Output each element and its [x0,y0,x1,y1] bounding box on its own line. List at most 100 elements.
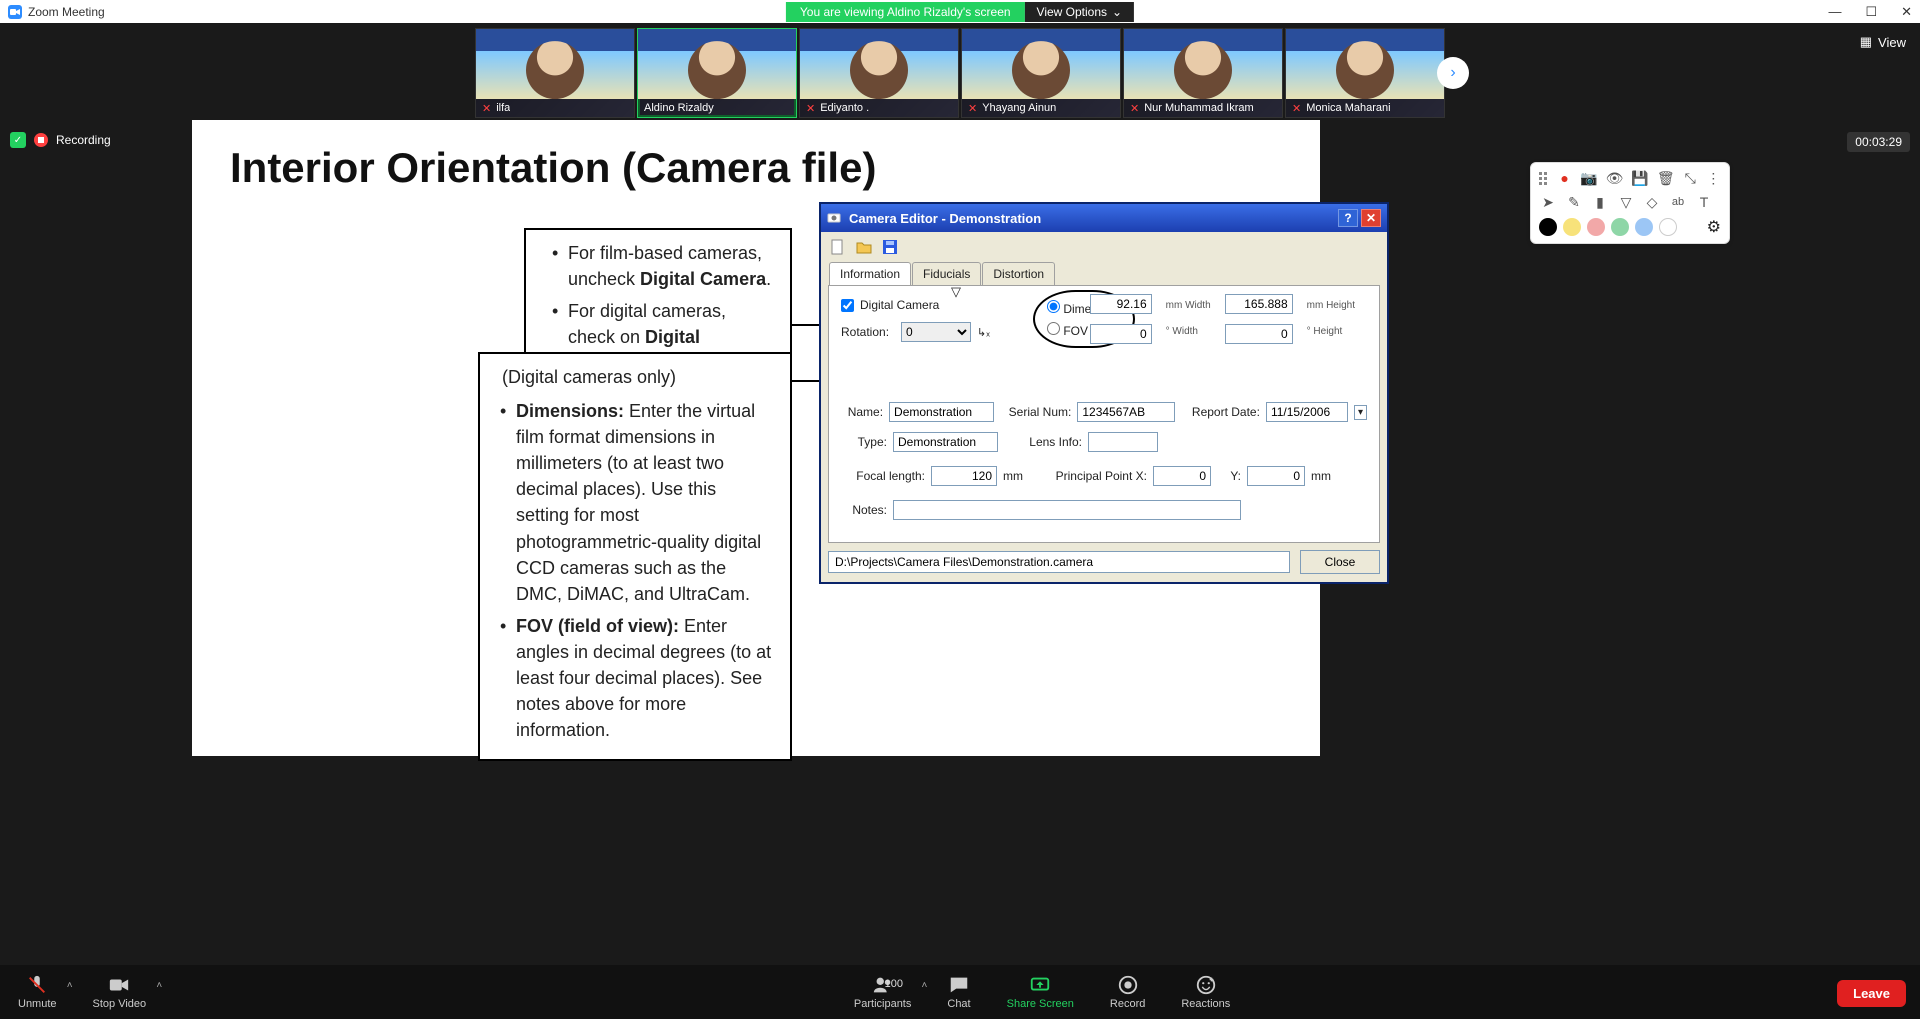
color-swatch[interactable] [1539,218,1557,236]
unmute-button[interactable]: Unmute ˄ [0,974,75,1010]
participants-options-chevron[interactable]: ˄ [922,980,928,991]
save-icon[interactable]: 💾 [1631,169,1648,187]
annotation-box-2: (Digital cameras only) Dimensions: Enter… [478,352,792,761]
participant-thumbnail[interactable]: ✕ Yhayang Ainun [961,28,1121,118]
rotation-select[interactable]: 0 [901,322,971,342]
muted-mic-icon: ✕ [1130,102,1139,115]
share-screen-button[interactable]: Share Screen [989,974,1092,1010]
chevron-down-icon: ⌄ [1112,5,1122,19]
width-mm-input[interactable] [1090,294,1152,314]
serial-input[interactable] [1077,402,1175,422]
close-window-button[interactable]: ✕ [1901,4,1912,20]
color-swatch[interactable] [1635,218,1653,236]
more-menu-icon[interactable]: ⋮ [1706,169,1721,187]
participant-strip: ✕ ilfa Aldino Rizaldy ✕ Ediyanto . ✕ Yha… [0,28,1920,118]
report-date-label: Report Date: [1181,405,1260,419]
view-options-dropdown[interactable]: View Options ⌄ [1025,2,1135,22]
chat-button[interactable]: Chat [929,974,988,1010]
elapsed-timer: 00:03:29 [1847,132,1910,152]
width-deg-input[interactable] [1090,324,1152,344]
trash-icon[interactable]: 🗑 [1657,169,1675,187]
stop-video-button[interactable]: Stop Video ˄ [75,974,165,1010]
microphone-muted-icon [26,974,48,996]
share-screen-label: Share Screen [1007,998,1074,1010]
screenshare-banner: You are viewing Aldino Rizaldy's screen [786,2,1025,22]
next-participants-button[interactable]: › [1437,57,1469,89]
ppy-input[interactable] [1247,466,1305,486]
pointer-tool-icon[interactable]: ➤ [1539,193,1557,211]
color-swatch[interactable] [1563,218,1581,236]
stamp-tool-icon[interactable]: ▽ [1617,193,1635,211]
shared-screen-content: Interior Orientation (Camera file) For f… [192,120,1320,756]
text-tool-icon[interactable]: T [1695,193,1713,211]
leave-meeting-button[interactable]: Leave [1837,980,1906,1007]
file-path-field [828,551,1290,573]
focal-label: Focal length: [841,469,925,483]
meeting-controls-toolbar: Unmute ˄ Stop Video ˄ 100 Participants ˄… [0,965,1920,1019]
annotation-toolbar[interactable]: ● 📷 👁 💾 🗑 ⤡ ⋮ ➤ ✎ ▮ ▽ ◇ ab T ⚙ [1530,162,1730,244]
type-label: Type: [841,435,887,449]
participant-thumbnail[interactable]: ✕ Nur Muhammad Ikram [1123,28,1283,118]
tab-information[interactable]: Information [829,262,911,285]
rotation-axis-icon[interactable]: ↳ₓ [977,326,990,339]
name-input[interactable] [889,402,994,422]
annotation-settings-icon[interactable]: ⚙ [1707,217,1721,237]
eye-icon[interactable]: 👁 [1606,169,1624,187]
dialog-close-button[interactable]: ✕ [1361,209,1381,227]
participants-label: Participants [854,998,911,1010]
participant-name: Aldino Rizaldy [644,102,714,114]
participant-thumbnail[interactable]: Aldino Rizaldy [637,28,797,118]
notes-input[interactable] [893,500,1241,520]
record-dot-icon[interactable]: ● [1557,169,1572,187]
color-swatch[interactable] [1587,218,1605,236]
ppx-input[interactable] [1153,466,1211,486]
pen-tool-icon[interactable]: ✎ [1565,193,1583,211]
participant-thumbnail[interactable]: ✕ Ediyanto . [799,28,959,118]
close-button[interactable]: Close [1300,550,1380,574]
stop-recording-button[interactable] [34,133,48,147]
tab-distortion[interactable]: Distortion [982,262,1055,285]
eraser-tool-icon[interactable]: ◇ [1643,193,1661,211]
slide-title: Interior Orientation (Camera file) [192,120,1320,202]
dialog-help-button[interactable]: ? [1338,209,1358,227]
color-swatch-row: ⚙ [1539,217,1721,237]
color-swatch[interactable] [1611,218,1629,236]
drag-handle-icon[interactable] [1539,172,1547,185]
participant-thumbnail[interactable]: ✕ ilfa [475,28,635,118]
camera-snapshot-icon[interactable]: 📷 [1580,169,1597,187]
color-swatch[interactable] [1659,218,1677,236]
audio-options-chevron[interactable]: ˄ [67,980,73,991]
lens-input[interactable] [1088,432,1158,452]
type-input[interactable] [893,432,998,452]
digital-camera-checkbox[interactable] [841,299,854,312]
encryption-shield-icon[interactable]: ✓ [10,132,26,148]
save-file-icon[interactable] [881,238,899,256]
reactions-button[interactable]: Reactions [1163,974,1248,1010]
maximize-button[interactable]: ☐ [1865,4,1877,20]
muted-mic-icon: ✕ [482,102,491,115]
unit-deg-width: ° Width [1166,327,1198,338]
new-file-icon[interactable] [829,238,847,256]
dialog-body: ▽ Digital Camera Rotation: 0 ↳ₓ Dimensio… [828,285,1380,543]
unit-mm-height: mm Height [1307,301,1355,312]
participant-thumbnail[interactable]: ✕ Monica Maharani [1285,28,1445,118]
date-picker-icon[interactable]: ▾ [1354,405,1367,420]
height-deg-input[interactable] [1225,324,1293,344]
muted-mic-icon: ✕ [968,102,977,115]
highlighter-icon[interactable]: ▮ [1591,193,1609,211]
unit-mm-width: mm Width [1166,301,1211,312]
minimize-button[interactable]: — [1828,4,1841,20]
record-button[interactable]: Record [1092,974,1163,1010]
report-date-input[interactable] [1266,402,1348,422]
open-file-icon[interactable] [855,238,873,256]
height-mm-input[interactable] [1225,294,1293,314]
collapse-icon[interactable]: ⤡ [1683,169,1698,187]
app-title: Zoom Meeting [28,5,105,19]
participants-button[interactable]: 100 Participants ˄ [836,974,929,1010]
unmute-label: Unmute [18,998,57,1010]
tab-fiducials[interactable]: Fiducials [912,262,981,285]
focal-input[interactable] [931,466,997,486]
participant-name: Ediyanto . [820,102,869,114]
video-options-chevron[interactable]: ˄ [156,980,162,991]
text-label-icon[interactable]: ab [1669,193,1687,211]
